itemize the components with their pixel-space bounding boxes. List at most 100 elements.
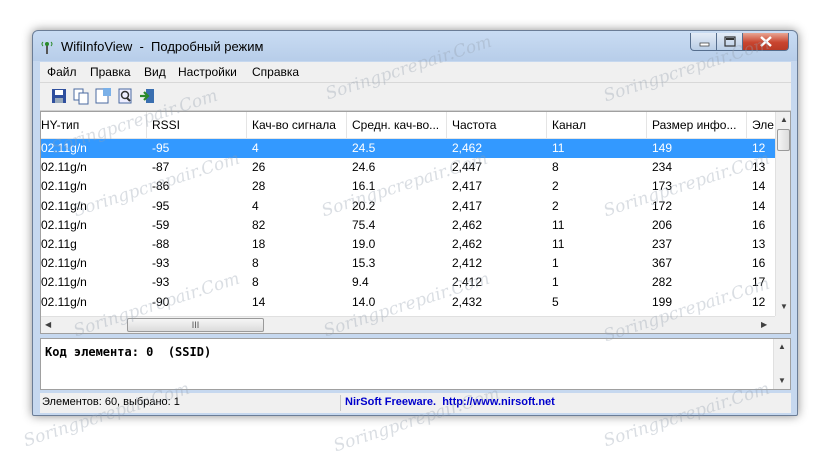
close-icon bbox=[760, 36, 772, 47]
html-report-button[interactable] bbox=[94, 87, 112, 105]
cell-channel: 8 bbox=[552, 160, 559, 175]
table-row[interactable]: 02.11g/n -86 28 16.1 2,417 2 173 14 bbox=[41, 177, 775, 196]
cell-phy-type: 02.11g/n bbox=[41, 198, 87, 213]
menu-bar: Файл Правка Вид Настройки Справка bbox=[40, 62, 791, 83]
scrollbar-corner bbox=[775, 316, 790, 333]
menu-settings[interactable]: Настройки bbox=[178, 65, 237, 79]
cell-frequency: 2,462 bbox=[452, 141, 483, 155]
cell-elements: 13 bbox=[752, 237, 766, 251]
cell-frequency: 2,447 bbox=[452, 160, 483, 175]
cell-avg-signal-quality: 24.6 bbox=[352, 160, 376, 175]
copy-button[interactable] bbox=[72, 87, 90, 105]
vertical-scrollbar[interactable]: ▲ ▼ bbox=[775, 112, 790, 316]
list-header: HY-тип RSSI Кач-во сигнала Средн. кач-во… bbox=[41, 112, 775, 139]
cell-avg-signal-quality: 24.5 bbox=[352, 141, 376, 155]
find-button[interactable] bbox=[116, 87, 134, 105]
horizontal-scrollbar[interactable]: ◀ III ▶ bbox=[41, 316, 775, 333]
column-header-phy-type[interactable]: HY-тип bbox=[41, 112, 147, 138]
cell-channel: 1 bbox=[552, 256, 559, 271]
cell-avg-signal-quality: 14.0 bbox=[352, 294, 376, 309]
cell-elements: 17 bbox=[752, 275, 766, 290]
column-header-rssi[interactable]: RSSI bbox=[147, 112, 247, 138]
cell-signal-quality: 4 bbox=[252, 198, 259, 213]
cell-channel: 2 bbox=[552, 198, 559, 213]
cell-phy-type: 02.11g/n bbox=[41, 160, 87, 175]
menu-file[interactable]: Файл bbox=[47, 65, 77, 79]
scroll-right-arrow-icon[interactable]: ▶ bbox=[761, 320, 767, 329]
cell-avg-signal-quality: 15.3 bbox=[352, 256, 376, 271]
table-row[interactable]: 02.11g/n -59 82 75.4 2,462 11 206 16 bbox=[41, 216, 775, 235]
column-header-info-size[interactable]: Размер инфо... bbox=[647, 112, 747, 138]
table-row[interactable]: 02.11g -88 18 19.0 2,462 11 237 13 bbox=[41, 235, 775, 254]
maximize-icon bbox=[724, 36, 736, 47]
column-header-frequency[interactable]: Частота bbox=[447, 112, 547, 138]
save-button[interactable] bbox=[50, 87, 68, 105]
menu-help[interactable]: Справка bbox=[252, 65, 299, 79]
cell-rssi: -59 bbox=[152, 217, 170, 232]
cell-frequency: 2,432 bbox=[452, 294, 483, 309]
cell-rssi: -86 bbox=[152, 179, 170, 194]
column-header-avg-signal-quality[interactable]: Средн. кач-во... bbox=[347, 112, 447, 138]
cell-info-size: 282 bbox=[652, 275, 673, 290]
cell-info-size: 172 bbox=[652, 198, 673, 213]
cell-rssi: -93 bbox=[152, 256, 170, 271]
cell-rssi: -95 bbox=[152, 198, 170, 213]
cell-channel: 5 bbox=[552, 294, 559, 309]
nirsoft-link[interactable]: NirSoft Freeware. http://www.nirsoft.net bbox=[345, 396, 555, 408]
menu-view[interactable]: Вид bbox=[144, 65, 166, 79]
detail-scroll-up-icon[interactable]: ▲ bbox=[778, 342, 786, 351]
cell-phy-type: 02.11g/n bbox=[41, 294, 87, 309]
network-list[interactable]: HY-тип RSSI Кач-во сигнала Средн. кач-во… bbox=[40, 111, 791, 334]
app-window: WifiInfoView - Подробный режим Файл Прав… bbox=[32, 30, 798, 416]
exit-button[interactable] bbox=[138, 87, 156, 105]
exit-icon bbox=[140, 89, 154, 103]
vertical-scroll-thumb[interactable] bbox=[777, 129, 790, 151]
maximize-button[interactable] bbox=[717, 33, 743, 51]
close-button[interactable] bbox=[743, 33, 789, 51]
horizontal-scroll-thumb[interactable]: III bbox=[127, 318, 264, 332]
cell-channel: 2 bbox=[552, 179, 559, 194]
cell-signal-quality: 18 bbox=[252, 237, 266, 251]
column-header-channel[interactable]: Канал bbox=[547, 112, 647, 138]
detail-text: Код элемента: 0 (SSID) bbox=[45, 345, 212, 359]
scroll-up-arrow-icon[interactable]: ▲ bbox=[780, 115, 788, 124]
title-bar[interactable]: WifiInfoView - Подробный режим bbox=[33, 31, 797, 61]
cell-phy-type: 02.11g/n bbox=[41, 256, 87, 271]
table-row[interactable]: 02.11g/n -93 8 9.4 2,412 1 282 17 bbox=[41, 273, 775, 292]
cell-elements: 12 bbox=[752, 141, 766, 155]
detail-scroll-down-icon[interactable]: ▼ bbox=[778, 376, 786, 385]
table-row[interactable]: 02.11g/n -93 8 15.3 2,412 1 367 16 bbox=[41, 254, 775, 273]
table-row[interactable]: 02.11g/n -95 4 20.2 2,417 2 172 14 bbox=[41, 197, 775, 216]
cell-avg-signal-quality: 9.4 bbox=[352, 275, 369, 290]
cell-elements: 14 bbox=[752, 179, 766, 194]
save-icon bbox=[52, 89, 66, 103]
detail-scrollbar[interactable]: ▲ ▼ bbox=[773, 339, 790, 389]
column-header-elements[interactable]: Эле bbox=[747, 112, 775, 138]
cell-info-size: 237 bbox=[652, 237, 673, 251]
column-header-signal-quality[interactable]: Кач-во сигнала bbox=[247, 112, 347, 138]
status-divider bbox=[340, 395, 341, 411]
cell-channel: 11 bbox=[552, 237, 565, 251]
table-row[interactable]: 02.11g/n -95 4 24.5 2,462 11 149 12 bbox=[41, 139, 775, 158]
table-row[interactable]: 02.11g/n -87 26 24.6 2,447 8 234 13 bbox=[41, 158, 775, 177]
scroll-down-arrow-icon[interactable]: ▼ bbox=[780, 302, 788, 311]
toolbar bbox=[40, 83, 791, 111]
detail-pane[interactable]: Код элемента: 0 (SSID) ▲ ▼ bbox=[40, 338, 791, 390]
cell-elements: 14 bbox=[752, 198, 766, 213]
cell-frequency: 2,412 bbox=[452, 256, 483, 271]
table-row[interactable]: 02.11g/n -90 14 14.0 2,432 5 199 12 bbox=[41, 293, 775, 312]
cell-info-size: 149 bbox=[652, 141, 673, 155]
cell-phy-type: 02.11g bbox=[41, 237, 77, 251]
cell-info-size: 367 bbox=[652, 256, 673, 271]
menu-edit[interactable]: Правка bbox=[90, 65, 131, 79]
status-item-count: Элементов: 60, выбрано: 1 bbox=[42, 396, 180, 408]
cell-info-size: 234 bbox=[652, 160, 673, 175]
minimize-button[interactable] bbox=[690, 33, 717, 51]
wifi-app-icon bbox=[41, 41, 53, 54]
scroll-left-arrow-icon[interactable]: ◀ bbox=[45, 320, 51, 329]
cell-phy-type: 02.11g/n bbox=[41, 275, 87, 290]
cell-frequency: 2,462 bbox=[452, 237, 483, 251]
cell-phy-type: 02.11g/n bbox=[41, 179, 87, 194]
cell-frequency: 2,412 bbox=[452, 275, 483, 290]
window-title: WifiInfoView - Подробный режим bbox=[61, 39, 264, 54]
